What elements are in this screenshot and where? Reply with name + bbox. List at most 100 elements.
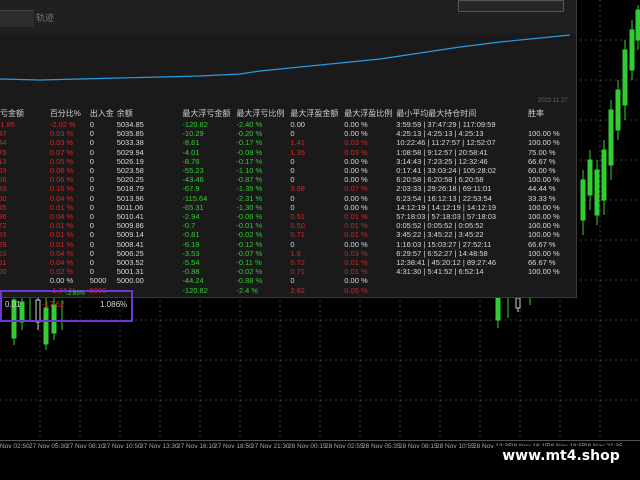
table-cell: 0 bbox=[89, 156, 94, 166]
table-cell: 3.68 bbox=[290, 184, 305, 194]
table-cell: 100.00 % bbox=[528, 221, 560, 231]
table-row: 1.75 0.07 % 0 5029.94 -4.01 -0.08 % 1.35 0.03 %… bbox=[0, 148, 568, 157]
table-cell: -0.12 % bbox=[236, 239, 263, 249]
table-cell: -65.31 bbox=[182, 202, 204, 212]
table-cell: 60.00 % bbox=[528, 166, 556, 176]
table-cell: 0.01 % bbox=[344, 221, 368, 231]
column-header: 最大浮盈金额 bbox=[290, 109, 339, 119]
table-cell: -4.01 bbox=[182, 147, 200, 157]
table-cell: 0 bbox=[89, 166, 94, 176]
table-cell: 0 bbox=[89, 175, 94, 185]
table-cell: 0 bbox=[290, 239, 295, 249]
table-cell: 0.03 % bbox=[344, 138, 368, 148]
time-axis-label: 28 Nov 00:15 bbox=[288, 443, 327, 450]
table-cell: -0.06 % bbox=[236, 212, 263, 222]
table-cell: 0.00 % bbox=[344, 120, 368, 129]
table-cell: 0 bbox=[89, 239, 94, 249]
table-cell: 5033.38 bbox=[116, 138, 144, 148]
table-cell: 5018.79 bbox=[116, 184, 144, 194]
table-row: 5.23 0.04 % 0 5006.25 -3.53 -0.07 % 1.8 0.03 % 6… bbox=[0, 249, 568, 258]
table-cell: -0.11 % bbox=[236, 258, 262, 268]
table-cell: 66.67 % bbox=[528, 239, 556, 249]
table-cell: 0.71 bbox=[290, 230, 305, 240]
column-header: 百分比% bbox=[49, 109, 81, 119]
table-cell: 3.00 bbox=[0, 193, 7, 203]
table-cell: 0 bbox=[290, 156, 295, 166]
equity-date-label: 2023.11.27 bbox=[538, 98, 568, 104]
table-cell: 5001.31 bbox=[116, 267, 144, 277]
table-cell: -5.54 bbox=[182, 258, 200, 268]
table-cell: 1.47 bbox=[0, 129, 7, 139]
table-cell: 0.03 % bbox=[344, 248, 368, 258]
table-cell: 0.07 % bbox=[344, 184, 368, 194]
table-cell: 5011.06 bbox=[116, 202, 144, 212]
table-cell: 1:08:58 | 9:12:57 | 20:58:41 bbox=[396, 147, 488, 157]
table-cell: 0.51 bbox=[290, 212, 305, 222]
table-cell bbox=[396, 286, 528, 295]
table-cell: 0 bbox=[290, 202, 295, 212]
table-cell: -6.19 bbox=[182, 239, 200, 249]
table-cell: 101.85 bbox=[0, 120, 15, 129]
table-cell: 100.00 % bbox=[528, 175, 560, 185]
table-cell: 0 bbox=[89, 138, 94, 148]
table-cell: 0.43 bbox=[0, 184, 7, 194]
table-cell: 0.01 % bbox=[344, 212, 368, 222]
table-cell: 0 bbox=[290, 166, 295, 176]
table-cell: 0.00 % bbox=[344, 276, 368, 286]
time-axis-label: 27 Nov 08:10 bbox=[66, 443, 105, 450]
table-cell: 1.29 bbox=[0, 239, 7, 249]
table-cell: -115.64 bbox=[182, 193, 208, 203]
table-cell: -55.23 bbox=[182, 166, 204, 176]
table-cell: -2.4 % bbox=[236, 285, 259, 295]
table-cell: 5026.19 bbox=[116, 156, 144, 166]
statistics-panel: 轨迹 2023.11.27 盈亏金额百分比%出入金余额最大浮亏金额最大浮亏比例最… bbox=[0, 0, 577, 298]
table-cell: 0 bbox=[89, 184, 94, 194]
table-cell: 0.05 % bbox=[344, 285, 368, 295]
table-cell: 2.13 bbox=[0, 156, 7, 166]
table-cell: 1.41 bbox=[290, 138, 305, 148]
table-cell: -0.02 % bbox=[236, 230, 263, 240]
table-cell: 5003.52 bbox=[116, 258, 144, 268]
table-cell: 4:25:13 | 4:25:13 | 4:25:13 bbox=[396, 129, 484, 139]
table-cell: 0 bbox=[89, 267, 94, 277]
table-cell: -0.17 % bbox=[236, 138, 263, 148]
table-cell: 0 bbox=[290, 276, 295, 286]
table-cell: 4:31:30 | 5:41:52 | 6:52:14 bbox=[396, 267, 484, 277]
table-cell: 0.06 % bbox=[49, 175, 74, 185]
table-cell: -0.88 bbox=[182, 267, 200, 277]
table-cell: 100.00 % bbox=[528, 248, 560, 258]
table-cell: 3:14:43 | 7:23:25 | 12:32:46 bbox=[396, 156, 488, 166]
table-cell: 0 bbox=[89, 147, 94, 157]
table-cell bbox=[528, 120, 568, 129]
table-cell: 0.00 % bbox=[344, 239, 368, 249]
table-cell: 3.61 bbox=[0, 258, 7, 268]
panel-header-control[interactable] bbox=[458, 0, 564, 12]
time-axis-label: Nov 02:50 bbox=[0, 443, 30, 450]
table-row: 1.00 0.02 % 0 5001.31 -0.88 -0.02 % 0.71 0.01 %… bbox=[0, 267, 568, 276]
table-cell: 3.86 bbox=[0, 212, 7, 222]
table-cell: 5020.25 bbox=[116, 175, 144, 185]
table-cell: -8.61 bbox=[182, 138, 200, 148]
column-header: 胜率 bbox=[528, 109, 545, 119]
table-cell: -0.01 % bbox=[236, 221, 263, 231]
table-cell: 0 bbox=[290, 175, 295, 185]
table-cell: -43.46 bbox=[182, 175, 204, 185]
table-cell: 0.71 bbox=[290, 267, 305, 277]
table-cell: -8.76 bbox=[182, 156, 200, 166]
table-cell: 5008.41 bbox=[116, 239, 144, 249]
table-row: 1.47 0.03 % 0 5035.85 -10.29 -0.20 % 0 0.00 % 4:… bbox=[0, 129, 568, 138]
tab-track[interactable]: 轨迹 bbox=[36, 10, 82, 26]
table-cell: 5029.94 bbox=[116, 147, 144, 157]
table-cell: -0.81 bbox=[182, 230, 200, 240]
table-cell: 0 bbox=[89, 248, 94, 258]
table-cell: 0 bbox=[89, 120, 94, 129]
table-row: 3.06 0.06 % 0 5020.25 -43.46 -0.87 % 0 0.00 % 6:… bbox=[0, 175, 568, 184]
table-cell: 0:17:41 | 33:03:24 | 105:28:02 bbox=[396, 166, 497, 176]
table-cell: 1.44 bbox=[0, 138, 7, 148]
tab-stats[interactable] bbox=[0, 10, 34, 27]
table-cell bbox=[528, 286, 568, 295]
info-box-lots: 0.01 bbox=[5, 300, 21, 309]
table-cell: -0.07 % bbox=[236, 248, 263, 258]
table-cell: 0.05 % bbox=[49, 156, 74, 166]
table-cell: -0.87 % bbox=[236, 175, 263, 185]
